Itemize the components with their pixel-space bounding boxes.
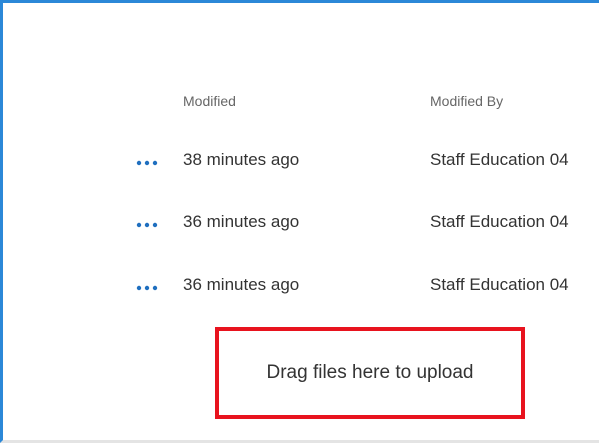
more-dots-icon[interactable] — [135, 283, 159, 293]
modified-cell: 36 minutes ago — [183, 275, 300, 294]
modified-cell: 36 minutes ago — [183, 212, 300, 231]
table-row[interactable]: 36 minutes ago Staff Education 04 — [3, 272, 599, 302]
upload-drop-zone[interactable]: Drag files here to upload — [215, 327, 525, 419]
modified-by-cell: Staff Education 04 — [430, 150, 569, 169]
column-header-modified[interactable]: Modified — [183, 93, 236, 109]
table-row[interactable]: 36 minutes ago Staff Education 04 — [3, 209, 599, 239]
document-library-panel: Modified Modified By 38 minutes ago Staf… — [0, 0, 599, 443]
column-header-modified-by[interactable]: Modified By — [430, 93, 503, 109]
more-dots-icon[interactable] — [135, 220, 159, 230]
upload-drop-zone-label: Drag files here to upload — [266, 362, 474, 383]
modified-by-cell: Staff Education 04 — [430, 275, 569, 294]
table-row[interactable]: 38 minutes ago Staff Education 04 — [3, 147, 599, 177]
more-dots-icon[interactable] — [135, 158, 159, 168]
column-header-row: Modified Modified By — [3, 93, 599, 117]
modified-cell: 38 minutes ago — [183, 150, 300, 169]
modified-by-cell: Staff Education 04 — [430, 212, 569, 231]
